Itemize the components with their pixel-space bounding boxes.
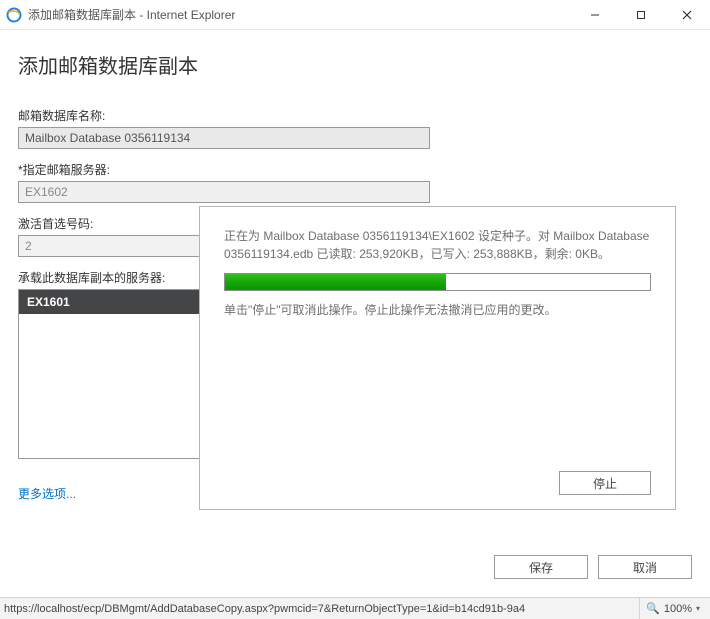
progress-bar (224, 273, 651, 291)
window-controls (572, 0, 710, 29)
magnifier-icon: 🔍 (646, 602, 660, 615)
window-titlebar: 添加邮箱数据库副本 - Internet Explorer (0, 0, 710, 30)
footer-actions: 保存 取消 (494, 555, 692, 579)
close-button[interactable] (664, 0, 710, 29)
minimize-button[interactable] (572, 0, 618, 29)
server-field: *指定邮箱服务器: EX1602 (18, 161, 692, 203)
ie-icon (6, 7, 22, 23)
dialog-actions: 停止 (224, 471, 651, 495)
status-bar: https://localhost/ecp/DBMgmt/AddDatabase… (0, 597, 710, 619)
status-url: https://localhost/ecp/DBMgmt/AddDatabase… (4, 603, 639, 615)
maximize-button[interactable] (618, 0, 664, 29)
server-input[interactable]: EX1602 (18, 181, 430, 203)
cancel-button[interactable]: 取消 (598, 555, 692, 579)
chevron-down-icon: ▾ (696, 604, 700, 613)
progress-fill (225, 274, 446, 290)
save-button[interactable]: 保存 (494, 555, 588, 579)
progress-hint: 单击"停止"可取消此操作。停止此操作无法撤消已应用的更改。 (224, 301, 651, 319)
db-name-field: 邮箱数据库名称: Mailbox Database 0356119134 (18, 107, 692, 149)
db-name-label: 邮箱数据库名称: (18, 107, 692, 124)
window-title: 添加邮箱数据库副本 - Internet Explorer (28, 6, 572, 23)
db-name-input: Mailbox Database 0356119134 (18, 127, 430, 149)
server-label: *指定邮箱服务器: (18, 161, 692, 178)
progress-text: 正在为 Mailbox Database 0356119134\EX1602 设… (224, 227, 651, 263)
stop-button[interactable]: 停止 (559, 471, 651, 495)
progress-dialog: 正在为 Mailbox Database 0356119134\EX1602 设… (199, 206, 676, 510)
more-options-link[interactable]: 更多选项... (18, 485, 76, 502)
zoom-value: 100% (664, 603, 692, 615)
page-title: 添加邮箱数据库副本 (18, 50, 692, 79)
content-area: 添加邮箱数据库副本 邮箱数据库名称: Mailbox Database 0356… (0, 30, 710, 597)
zoom-control[interactable]: 🔍 100% ▾ (639, 598, 706, 619)
